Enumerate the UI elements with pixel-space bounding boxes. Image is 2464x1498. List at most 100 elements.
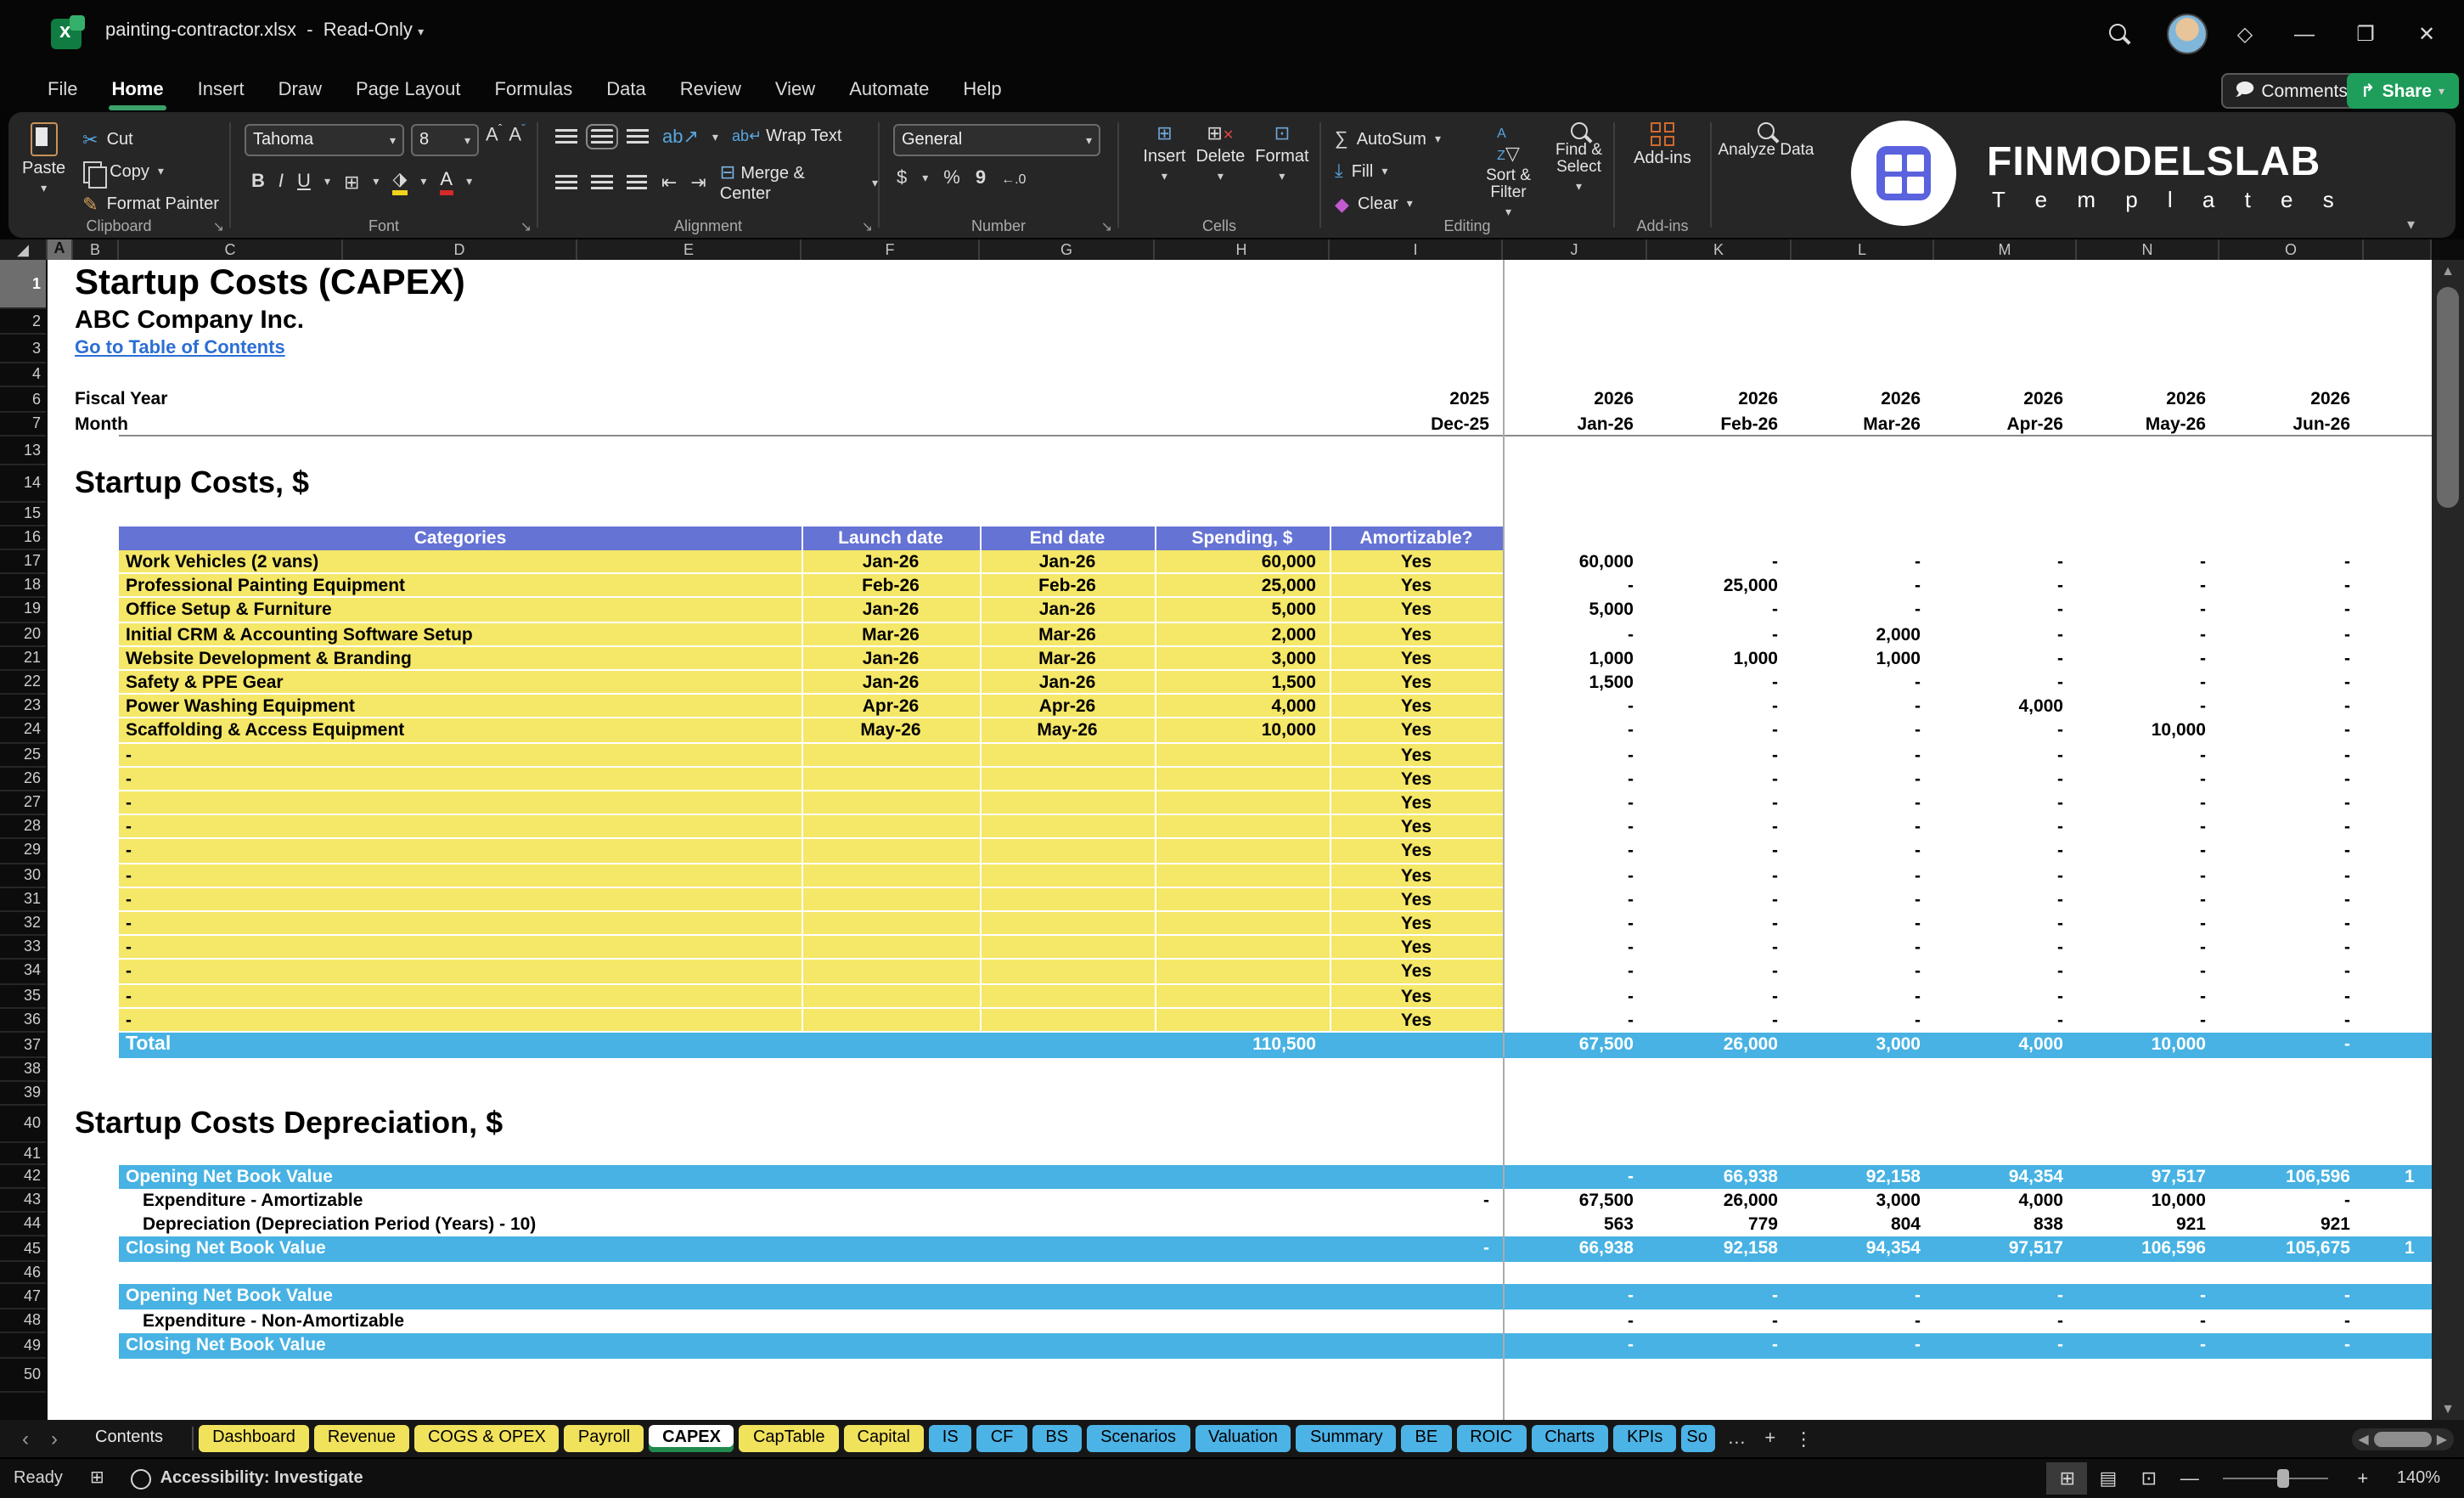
cell-M32[interactable]: - [1934,912,2077,936]
cell-category-33[interactable]: - [126,936,795,960]
sheet-tab-cogs-opex[interactable]: COGS & OPEX [413,1425,560,1452]
cell-O45[interactable]: 105,675 [2219,1236,2364,1262]
cell-N7[interactable]: May-26 [2077,413,2219,436]
cell-end-22[interactable]: Jan-26 [980,671,1155,695]
cell-M6[interactable]: 2026 [1934,387,2077,413]
cell-category-19[interactable]: Office Setup & Furniture [126,599,795,622]
cell-N19[interactable]: - [2077,599,2219,622]
cell-spending-22[interactable]: 1,500 [1155,671,1330,695]
cell-N22[interactable]: - [2077,671,2219,695]
table-header-launch-date[interactable]: Launch date [802,527,980,550]
row-header-50[interactable]: 50 [0,1359,46,1393]
col-header-H[interactable]: H [1155,239,1330,262]
cell-N43[interactable]: 10,000 [2077,1189,2219,1213]
cell-O21[interactable]: - [2219,647,2364,671]
cell-amortizable-27[interactable]: Yes [1330,791,1503,815]
scroll-up-icon[interactable]: ▲ [2432,263,2464,279]
sheet-tab-payroll[interactable]: Payroll [564,1425,644,1452]
section-title[interactable]: Startup Costs, $ [75,462,1094,503]
alignment-dialog-launcher[interactable]: ↘ [862,219,873,234]
normal-view-button[interactable]: ⊞ [2046,1462,2088,1495]
cell-J6[interactable]: 2026 [1503,387,1647,413]
increase-decimal-button[interactable]: ←.0 [1001,171,1026,186]
cell-amortizable-17[interactable]: Yes [1330,550,1503,574]
cell-J18[interactable]: - [1503,574,1647,598]
cell-J26[interactable]: - [1503,768,1647,791]
zoom-level[interactable]: 140% [2383,1469,2464,1488]
cell-J32[interactable]: - [1503,912,1647,936]
table-header-amortizable-[interactable]: Amortizable? [1330,527,1503,550]
merge-center-button[interactable]: ⊟ Merge & Center [720,161,858,204]
cell-K6[interactable]: 2026 [1647,387,1792,413]
cell-N27[interactable]: - [2077,791,2219,815]
cell-launch-21[interactable]: Jan-26 [802,647,980,671]
cell-amortizable-31[interactable]: Yes [1330,888,1503,912]
cell-K33[interactable]: - [1647,936,1792,960]
cell-N18[interactable]: - [2077,574,2219,598]
cell-N23[interactable]: - [2077,695,2219,718]
currency-format-button[interactable]: $ [897,168,907,189]
cell-I7[interactable]: Dec-25 [1330,413,1503,436]
sheet-tab-cf[interactable]: CF [976,1425,1027,1452]
cell-amortizable-26[interactable]: Yes [1330,768,1503,791]
cell-K36[interactable]: - [1647,1009,1792,1033]
sheet-tab-valuation[interactable]: Valuation [1195,1425,1291,1452]
cell-K19[interactable]: - [1647,599,1792,622]
col-header-C[interactable]: C [119,239,343,262]
row-header-40[interactable]: 40 [0,1106,46,1143]
cell-P45[interactable]: 1 [2405,1236,2432,1262]
cell-J30[interactable]: - [1503,864,1647,887]
row-header-15[interactable]: 15 [0,503,46,527]
cell-L42[interactable]: 92,158 [1792,1165,1934,1189]
cell-spending-20[interactable]: 2,000 [1155,622,1330,646]
ribbon-tab-draw[interactable]: Draw [262,73,339,107]
sheet-tab-capital[interactable]: Capital [843,1425,924,1452]
cell-J37[interactable]: 67,500 [1503,1033,1647,1058]
cell-amortizable-29[interactable]: Yes [1330,840,1503,864]
cell-M25[interactable]: - [1934,743,2077,767]
row-label-fiscal-year[interactable]: Fiscal Year [75,387,414,413]
row-header-28[interactable]: 28 [0,815,46,840]
row-header-7[interactable]: 7 [0,413,46,436]
cell-amortizable-19[interactable]: Yes [1330,599,1503,622]
cell-N29[interactable]: - [2077,840,2219,864]
delete-cells-button[interactable]: ⊞✕ Delete ▾ [1195,112,1245,183]
cell-L47[interactable]: - [1792,1284,1934,1309]
cell-L20[interactable]: 2,000 [1792,622,1934,646]
zoom-in-button[interactable]: + [2343,1462,2383,1495]
page-break-view-button[interactable]: ⊡ [2129,1462,2169,1495]
cell-J25[interactable]: - [1503,743,1647,767]
cell-category-30[interactable]: - [126,864,795,887]
row-header-44[interactable]: 44 [0,1213,46,1236]
fill-color-button[interactable]: ⬗ [392,168,408,195]
row-header-31[interactable]: 31 [0,888,46,912]
row-header-20[interactable]: 20 [0,622,46,647]
cell-J34[interactable]: - [1503,960,1647,984]
cell-K42[interactable]: 66,938 [1647,1165,1792,1189]
sheet-tab-scenarios[interactable]: Scenarios [1087,1425,1190,1452]
sheet-options-button[interactable]: ⋮ [1787,1428,1820,1450]
cell-L17[interactable]: - [1792,550,1934,574]
cell-J21[interactable]: 1,000 [1503,647,1647,671]
cell-O43[interactable]: - [2219,1189,2364,1213]
cell-J45[interactable]: 66,938 [1503,1236,1647,1262]
orientation-button[interactable]: ab↗ [662,126,699,148]
cell-M44[interactable]: 838 [1934,1213,2077,1236]
row-header-21[interactable]: 21 [0,647,46,671]
cell-launch-24[interactable]: May-26 [802,719,980,743]
col-header-K[interactable]: K [1647,239,1792,262]
cell-N47[interactable]: - [2077,1284,2219,1309]
col-header-M[interactable]: M [1934,239,2077,262]
row-header-42[interactable]: 42 [0,1165,46,1189]
underline-button[interactable]: U [297,172,311,192]
cell-category-20[interactable]: Initial CRM & Accounting Software Setup [126,622,795,646]
col-header-E[interactable]: E [577,239,802,262]
vertical-scrollbar[interactable]: ▲ ▼ [2432,260,2464,1420]
clipboard-dialog-launcher[interactable]: ↘ [213,219,224,234]
align-left-button[interactable] [555,175,577,190]
cell-N35[interactable]: - [2077,984,2219,1008]
cell-launch-20[interactable]: Mar-26 [802,622,980,646]
cell-end-24[interactable]: May-26 [980,719,1155,743]
cell-M42[interactable]: 94,354 [1934,1165,2077,1189]
cell-amortizable-18[interactable]: Yes [1330,574,1503,598]
